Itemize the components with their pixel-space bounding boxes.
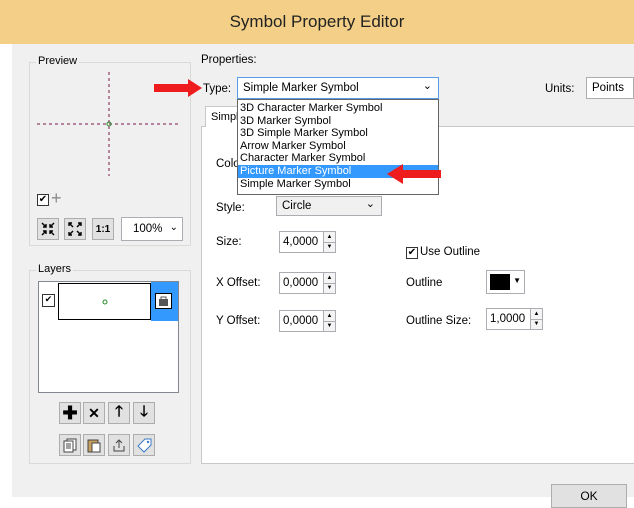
use-outline-label: Use Outline [420,246,481,258]
zoom-in-button[interactable] [37,218,59,240]
yoffset-stepper[interactable]: 0,0000 ▲ ▼ [279,310,336,332]
up-icon[interactable]: ▲ [531,309,542,319]
dropdown-option[interactable]: 3D Marker Symbol [238,115,438,128]
yoffset-spinner[interactable]: ▲ ▼ [323,311,335,331]
up-icon[interactable]: ▲ [324,273,335,283]
up-icon[interactable]: ▲ [324,232,335,242]
dropdown-option[interactable]: 3D Character Marker Symbol [238,102,438,115]
size-stepper[interactable]: 4,0000 ▲ ▼ [279,231,336,253]
zoom-value: 100% [133,223,163,235]
ok-button[interactable]: OK [551,484,627,508]
annotation-arrow-icon [387,164,441,184]
type-value: Simple Marker Symbol [243,82,359,94]
outline-size-stepper[interactable]: 1,0000 ▲ ▼ [486,308,543,330]
type-select[interactable]: Simple Marker Symbol ⌄ [237,77,439,99]
down-icon[interactable]: ▼ [324,241,335,253]
size-value[interactable]: 4,0000 [280,232,323,252]
expand-icon [68,222,82,236]
close-icon: ✕ [88,404,100,421]
paste-icon [87,439,101,452]
outline-size-label: Outline Size: [406,315,472,327]
use-outline-checkbox[interactable]: ✔ [406,247,418,259]
units-value: Points [592,82,624,94]
export-layer-button[interactable] [108,434,130,456]
xoffset-label: X Offset: [216,277,261,289]
style-select[interactable]: Circle ⌄ [276,196,382,216]
chevron-down-icon: ▼ [513,276,521,285]
arrow-down-icon: 🡓 [140,402,148,420]
size-spinner[interactable]: ▲ ▼ [323,232,335,252]
up-icon[interactable]: ▲ [324,311,335,321]
size-label: Size: [216,236,242,248]
ok-label: OK [580,489,598,503]
outline-color-picker[interactable]: ▼ [486,270,525,294]
yoffset-label: Y Offset: [216,315,261,327]
outline-size-spinner[interactable]: ▲ ▼ [530,309,542,329]
down-icon[interactable]: ▼ [324,282,335,294]
xoffset-stepper[interactable]: 0,0000 ▲ ▼ [279,272,336,294]
preview-label: Preview [36,55,80,67]
down-icon[interactable]: ▼ [324,320,335,332]
zoom-select[interactable]: 100% ⌄ [121,217,183,241]
layer-checkbox[interactable]: ✔ [42,294,55,307]
outline-color-swatch [490,274,510,290]
paste-layer-button[interactable] [83,434,105,456]
zoom-out-button[interactable] [64,218,86,240]
window-title: Symbol Property Editor [229,12,405,31]
background-window-edge [0,44,12,497]
layer-row[interactable]: ✔ [39,282,178,321]
down-icon[interactable]: ▼ [531,318,542,330]
chevron-down-icon: ⌄ [422,80,432,92]
actual-size-button[interactable]: 1:1 [92,218,114,240]
preview-checkbox[interactable]: ✔ [37,194,49,206]
layer-properties-button[interactable] [155,293,172,309]
copy-icon [63,438,77,452]
shrink-icon [41,222,55,236]
outline-label: Outline [406,277,443,289]
add-layer-button[interactable]: ✚ [59,402,81,424]
style-label: Style: [216,202,245,214]
move-up-button[interactable]: 🡑 [108,402,130,424]
marker-icon [102,299,108,305]
lock-icon [159,296,168,306]
tag-layer-button[interactable] [133,434,155,456]
style-value: Circle [282,200,312,212]
remove-layer-button[interactable]: ✕ [83,402,105,424]
move-down-button[interactable]: 🡓 [133,402,155,424]
copy-layer-button[interactable] [59,434,81,456]
add-icon: ✚ [62,403,78,423]
layer-thumbnail [58,283,151,320]
chevron-down-icon: ⌄ [169,222,178,233]
xoffset-spinner[interactable]: ▲ ▼ [323,273,335,293]
arrow-up-icon: 🡑 [115,402,123,420]
layers-label: Layers [36,263,74,275]
actual-size-icon: 1:1 [95,223,111,235]
outline-size-value[interactable]: 1,0000 [487,309,530,329]
tag-icon [136,438,151,453]
type-label: Type: [203,83,232,95]
annotation-arrow-icon [154,79,202,97]
units-label: Units: [545,83,575,95]
chevron-down-icon: ⌄ [365,198,375,210]
dropdown-option[interactable]: 3D Simple Marker Symbol [238,127,438,140]
xoffset-value[interactable]: 0,0000 [280,273,323,293]
yoffset-value[interactable]: 0,0000 [280,311,323,331]
dropdown-option[interactable]: Arrow Marker Symbol [238,140,438,153]
units-select[interactable]: Points [586,77,634,99]
plus-icon[interactable]: + [51,189,62,207]
upload-icon [113,438,125,451]
properties-label: Properties: [201,54,257,66]
